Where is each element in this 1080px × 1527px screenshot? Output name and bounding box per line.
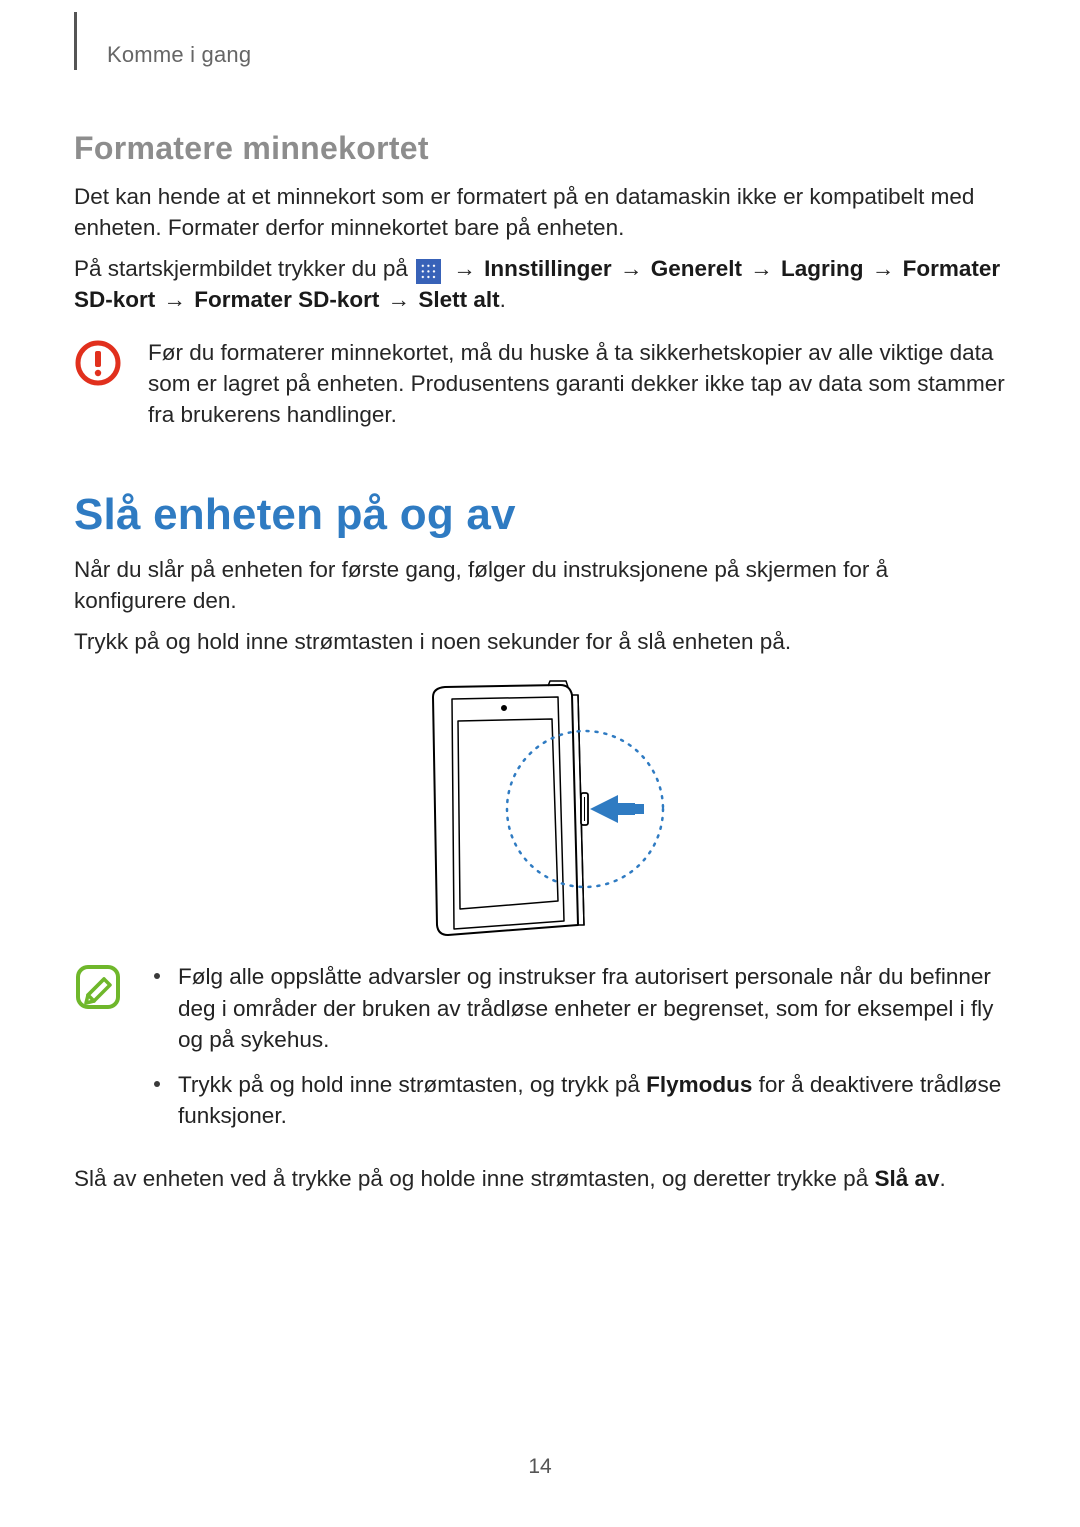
note-bullet-1: Følg alle oppslåtte advarsler og instruk…: [148, 961, 1006, 1054]
warning-callout: Før du formaterer minnekortet, må du hus…: [74, 337, 1006, 440]
path-step-general: Generelt: [651, 256, 742, 281]
path-step-format2: Formater SD-kort: [194, 287, 379, 312]
page-number: 14: [0, 1455, 1080, 1479]
note-callout: Følg alle oppslåtte advarsler og instruk…: [74, 961, 1006, 1144]
path-step-erase: Slett alt: [418, 287, 499, 312]
apps-grid-icon: [416, 259, 441, 284]
power-off-text: Slå av enheten ved å trykke på og holde …: [74, 1163, 1006, 1194]
power-hold-text: Trykk på og hold inne strømtasten i noen…: [74, 626, 1006, 657]
note-bullet-2: Trykk på og hold inne strømtasten, og tr…: [148, 1069, 1006, 1131]
format-intro-text: Det kan hende at et minnekort som er for…: [74, 181, 1006, 243]
power-off-label: Slå av: [874, 1166, 939, 1191]
note-bullet-1-text: Følg alle oppslåtte advarsler og instruk…: [178, 961, 1006, 1054]
arrow-icon: →: [388, 284, 411, 315]
path-step-storage: Lagring: [781, 256, 864, 281]
arrow-icon: →: [750, 253, 773, 284]
page-header: Komme i gang: [74, 40, 1006, 70]
arrow-icon: →: [164, 284, 187, 315]
note-body: Følg alle oppslåtte advarsler og instruk…: [148, 961, 1006, 1144]
arrow-icon: →: [453, 253, 476, 284]
path-prefix: På startskjermbildet trykker du på: [74, 256, 414, 281]
arrow-icon: →: [620, 253, 643, 284]
page-content: Komme i gang Formatere minnekortet Det k…: [0, 0, 1080, 1194]
format-path-text: På startskjermbildet trykker du på → Inn…: [74, 253, 1006, 315]
bullet-dot-icon: [154, 973, 160, 979]
device-power-figure: [74, 677, 1006, 937]
breadcrumb: Komme i gang: [107, 42, 251, 68]
path-step-settings: Innstillinger: [484, 256, 612, 281]
header-decor-bar: [74, 12, 77, 70]
flight-mode-label: Flymodus: [646, 1072, 752, 1097]
warning-icon: [74, 339, 122, 392]
warning-text: Før du formaterer minnekortet, må du hus…: [148, 337, 1006, 430]
note-bullet-2-text: Trykk på og hold inne strømtasten, og tr…: [178, 1069, 1006, 1131]
path-period: .: [500, 287, 506, 312]
power-intro-text: Når du slår på enheten for første gang, …: [74, 554, 1006, 616]
arrow-icon: →: [872, 253, 895, 284]
section-title-power: Slå enheten på og av: [74, 490, 1006, 540]
bullet-dot-icon: [154, 1081, 160, 1087]
note-icon: [74, 963, 122, 1016]
subsection-title-format-card: Formatere minnekortet: [74, 130, 1006, 167]
